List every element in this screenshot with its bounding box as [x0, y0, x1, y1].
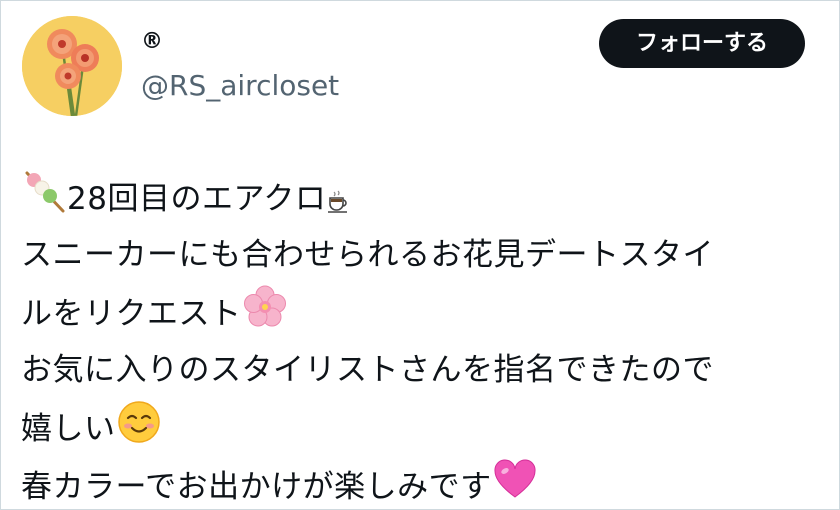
tweet-line-text: お気に入りのスタイリストさんを指名できたので	[21, 351, 714, 388]
tweet-line: 春カラーでお出かけが楽しみです	[21, 457, 821, 510]
tweet-text: 28回目のエアクロ スニーカーにも合わせられるお花見デートスタイ ルをリクエスト	[21, 169, 821, 510]
user-handle[interactable]: @RS_aircloset	[141, 69, 339, 103]
avatar[interactable]	[22, 16, 122, 116]
tweet-line-text: スニーカーにも合わせられるお花見デートスタイ	[21, 236, 714, 273]
gerbera-flowers-avatar-icon	[22, 16, 122, 116]
tweet-line: スニーカーにも合わせられるお花見デートスタイ	[21, 227, 821, 285]
tweet-line-text: 28回目のエアクロ	[67, 181, 327, 217]
display-name[interactable]: ®	[141, 29, 163, 55]
pink-heart-icon	[492, 457, 538, 503]
tweet-line: 28回目のエアクロ	[21, 169, 821, 227]
tweet-line: ルをリクエスト	[21, 284, 821, 342]
tweet-line: お気に入りのスタイリストさんを指名できたので	[21, 342, 821, 400]
tweet-line-text: 嬉しい	[21, 411, 116, 447]
tweet-line: 嬉しい	[21, 399, 821, 457]
smiling-face-icon	[116, 399, 162, 445]
tweet-line-text: ルをリクエスト	[21, 296, 242, 332]
dango-icon	[21, 169, 67, 215]
cherry-blossom-icon	[242, 284, 288, 330]
follow-button[interactable]: フォローする	[599, 19, 805, 68]
tweet-line-text: 春カラーでお出かけが楽しみです	[21, 468, 492, 505]
coffee-icon	[326, 189, 350, 215]
tweet-card: ® @RS_aircloset フォローする 28回目のエアクロ スニーカーにも…	[0, 0, 840, 510]
